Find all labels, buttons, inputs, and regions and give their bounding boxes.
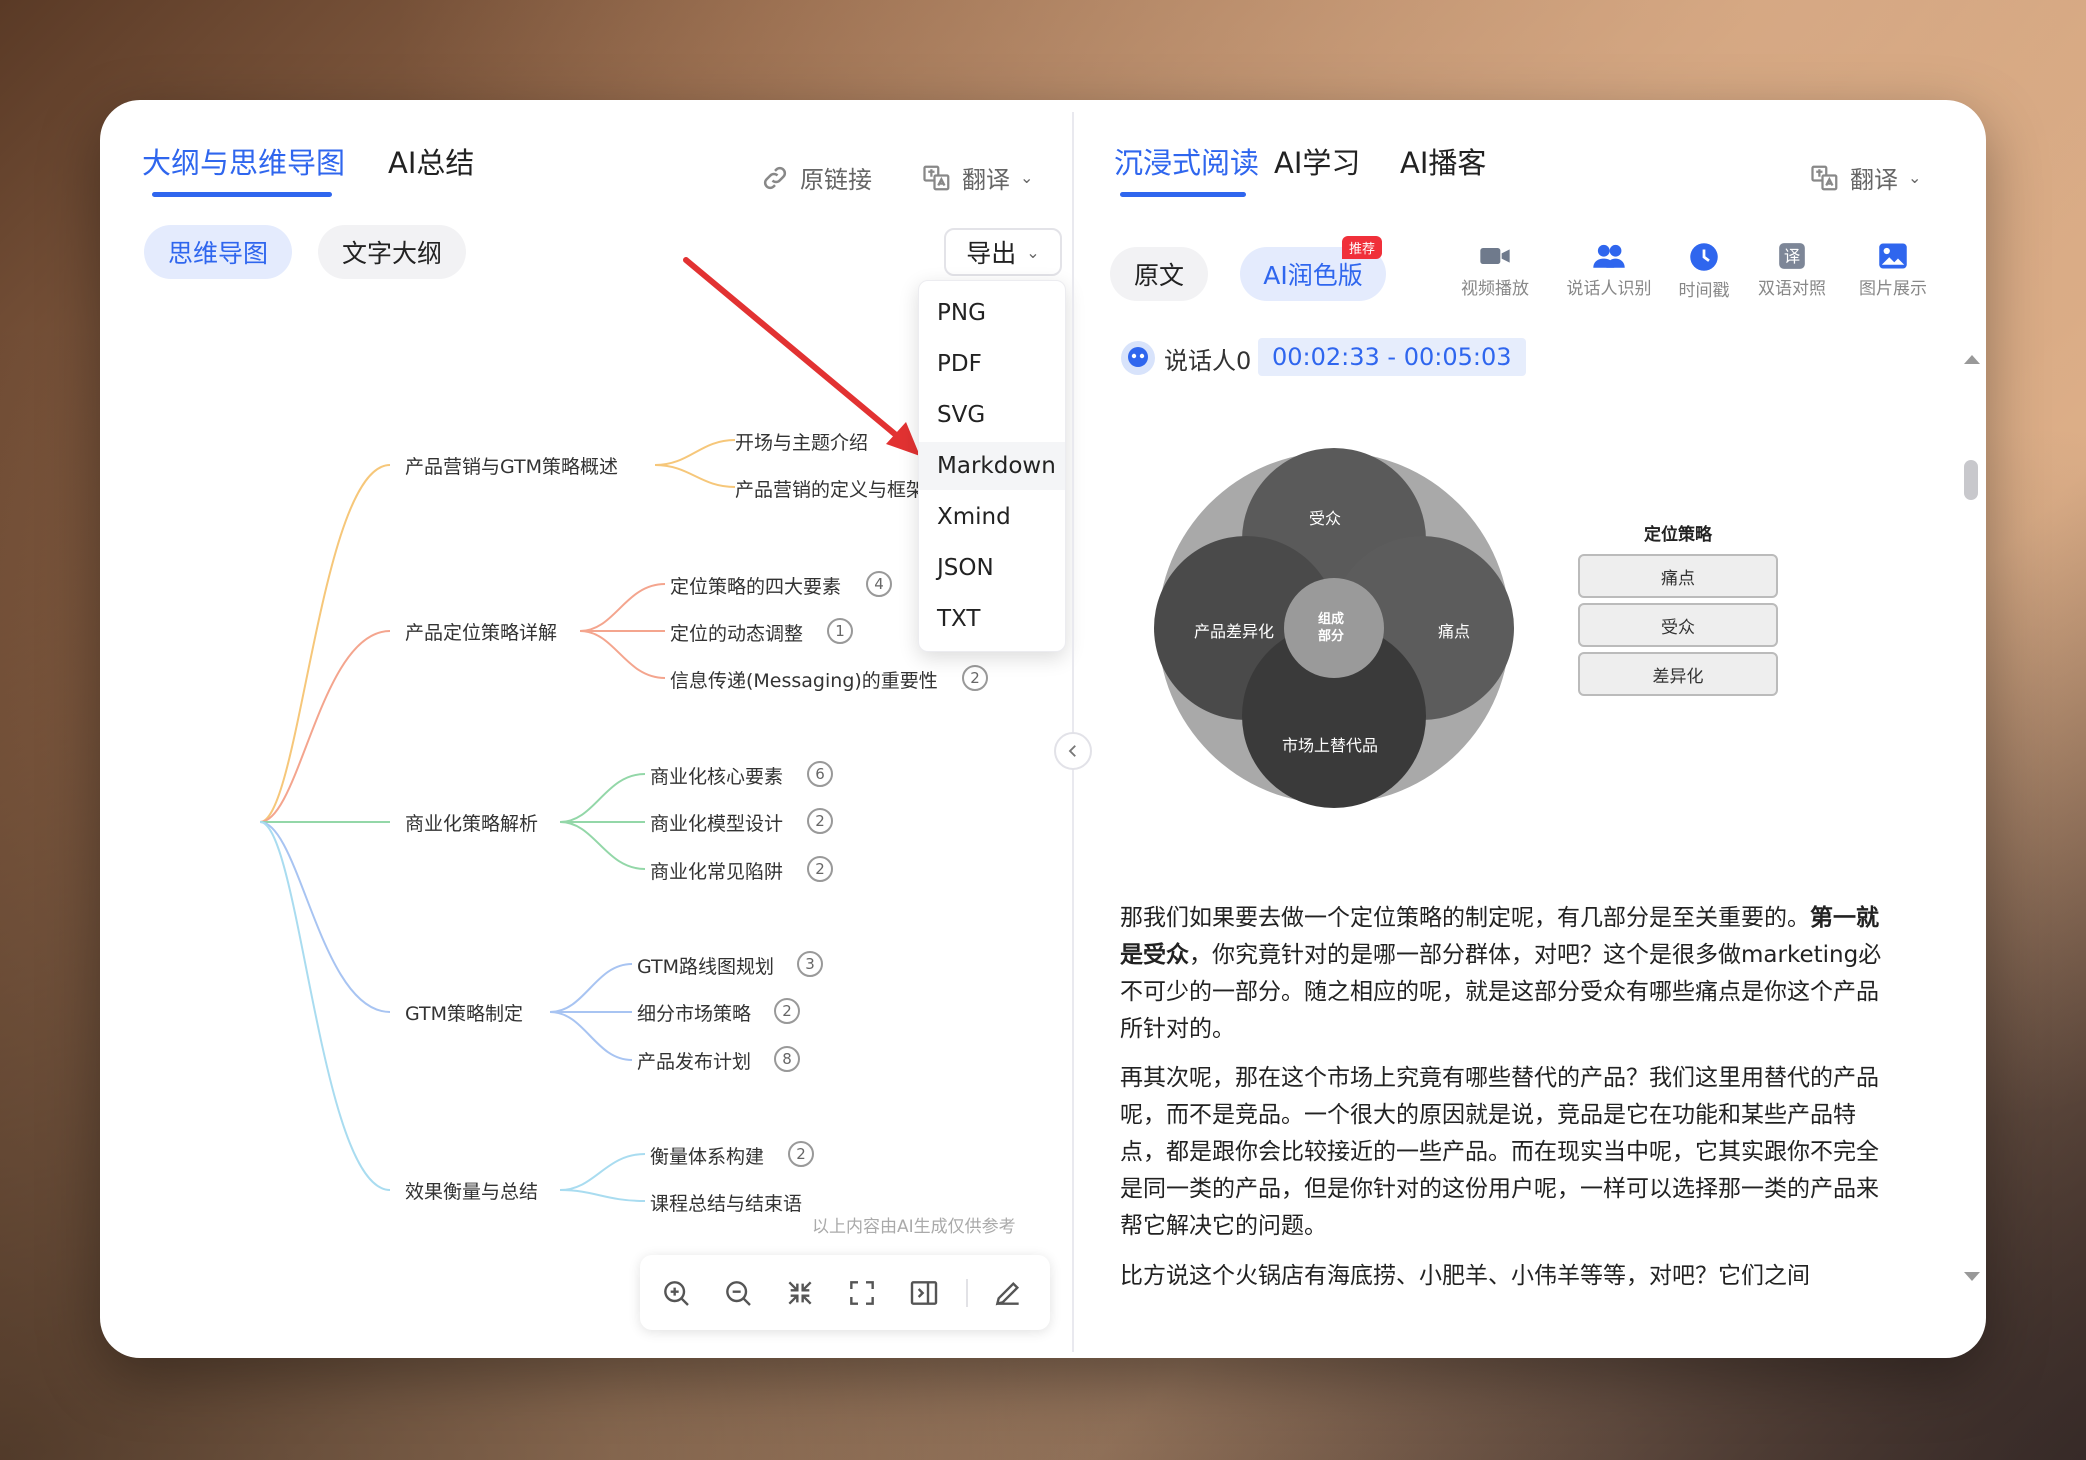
app-window: 大纲与思维导图 AI总结 原链接 翻译 ⌄ 思维导图 文字大纲 产品营销与GTM… — [100, 100, 1986, 1358]
sidebar-icon[interactable] — [908, 1277, 940, 1309]
right-panel: 沉浸式阅读 AI学习 AI播客 翻译 ⌄ 原文 AI润色版 推荐 视频播放 说话… — [1074, 100, 1986, 1358]
toolbar-divider — [966, 1279, 968, 1307]
left-panel: 大纲与思维导图 AI总结 原链接 翻译 ⌄ 思维导图 文字大纲 产品营销与GTM… — [100, 100, 1072, 1358]
export-option-pdf[interactable]: PDF — [919, 340, 1065, 388]
positioning-diagram — [1154, 448, 1514, 808]
mindmap-toolbar — [640, 1255, 1050, 1330]
scroll-up-arrow-icon[interactable] — [1962, 352, 1982, 366]
diagram-label-alternatives: 市场上替代品 — [1282, 736, 1379, 755]
paragraph-text: 那我们如果要去做一个定位策略的制定呢，有几部分是至关重要的。 — [1120, 905, 1810, 931]
strategy-legend-title: 定位策略 — [1644, 525, 1712, 545]
paragraph-text: ，你究竟针对的是哪一部分群体，对吧？这个是很多做marketing必不可少的一部… — [1120, 942, 1882, 1042]
zoom-out-icon[interactable] — [722, 1277, 754, 1309]
scrollbar-thumb[interactable] — [1964, 460, 1978, 500]
strategy-item: 受众 — [1578, 603, 1778, 647]
diagram-label-audience: 受众 — [1309, 509, 1342, 528]
diagram-label-pain-points: 痛点 — [1438, 622, 1471, 641]
transcript-paragraph: 比方说这个火锅店有海底捞、小肥羊、小伟羊等等，对吧？它们之间 — [1120, 1263, 1810, 1289]
strategy-item: 痛点 — [1578, 554, 1778, 598]
transcript-paragraph: 那我们如果要去做一个定位策略的制定呢，有几部分是至关重要的。第一就是受众，你究竟… — [1120, 900, 1900, 1048]
export-option-txt[interactable]: TXT — [919, 595, 1065, 643]
export-option-xmind[interactable]: Xmind — [919, 493, 1065, 541]
export-option-json[interactable]: JSON — [919, 544, 1065, 592]
diagram-label-differentiation: 产品差异化 — [1194, 622, 1275, 641]
export-button[interactable]: 导出 ⌄ — [944, 228, 1062, 276]
scroll-down-arrow-icon[interactable] — [1962, 1270, 1982, 1284]
export-label: 导出 — [966, 239, 1017, 268]
transcript-paragraph: 再其次呢，那在这个市场上究竟有哪些替代的产品？我们这里用替代的产品呢，而不是竞品… — [1120, 1065, 1879, 1239]
chevron-down-icon: ⌄ — [1026, 242, 1040, 262]
export-dropdown: PNG PDF SVG Markdown Xmind JSON TXT — [918, 280, 1066, 652]
edit-icon[interactable] — [992, 1277, 1024, 1309]
zoom-in-icon[interactable] — [660, 1277, 692, 1309]
collapse-icon[interactable] — [784, 1277, 816, 1309]
export-option-markdown[interactable]: Markdown — [919, 442, 1065, 490]
export-option-svg[interactable]: SVG — [919, 391, 1065, 439]
strategy-item: 差异化 — [1578, 652, 1778, 696]
export-option-png[interactable]: PNG — [919, 289, 1065, 337]
diagram-center-label: 组成 部分 — [1318, 612, 1345, 644]
fullscreen-icon[interactable] — [846, 1277, 878, 1309]
